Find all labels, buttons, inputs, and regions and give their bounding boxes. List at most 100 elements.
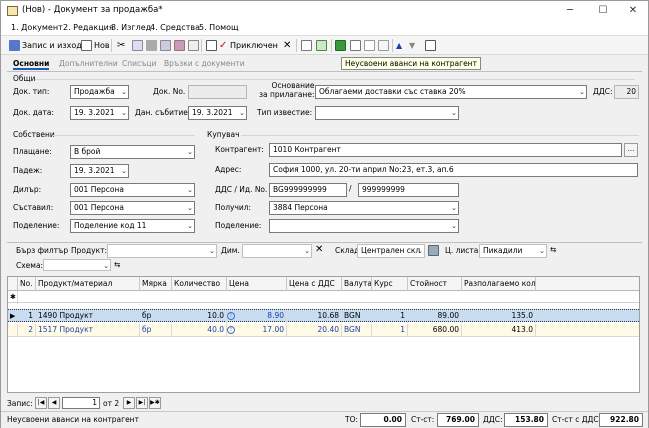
cell-product[interactable]: 1490 Продукт — [36, 310, 140, 323]
new-button[interactable]: Нов — [94, 38, 110, 53]
cart-icon[interactable] — [378, 40, 389, 51]
tab-lists[interactable]: Списъци — [122, 58, 156, 70]
advance-icon[interactable] — [335, 40, 346, 51]
find-icon[interactable] — [188, 40, 199, 51]
new-row[interactable]: ✱ — [8, 291, 639, 304]
currency-exchange-icon[interactable]: ⇆ — [550, 245, 556, 254]
next-record-button[interactable]: ▶ — [123, 397, 135, 409]
menu-document[interactable]: 1. Документ — [11, 23, 63, 32]
doc-type-select[interactable]: Продажба ⌄ — [70, 85, 129, 99]
page-copy-icon[interactable] — [364, 40, 375, 51]
cell-qty[interactable]: 10.0 — [172, 310, 227, 323]
column-header-available[interactable]: Разполагаемо кол. — [462, 277, 536, 291]
tab-document-links[interactable]: Връзки с документи — [164, 58, 245, 70]
cell-price-vat[interactable]: 10.68 — [287, 310, 342, 323]
post-button[interactable]: Приключен — [230, 38, 278, 53]
notice-type-select[interactable]: ⌄ — [315, 106, 459, 120]
refresh-icon[interactable] — [316, 40, 327, 51]
table-row[interactable]: 2 1517 Продукт бр 40.0 ! 17.00 20.40 BGN… — [8, 324, 639, 337]
cell-rate[interactable]: 1 — [372, 324, 408, 337]
cell-qty[interactable]: 40.0 — [172, 324, 227, 337]
menu-help[interactable]: 5. Помощ — [199, 23, 239, 32]
tab-main[interactable]: Основни — [13, 58, 50, 70]
address-field[interactable]: София 1000, ул. 20-ти април No:23, ет.3,… — [269, 163, 638, 177]
copy-icon[interactable] — [132, 40, 143, 51]
dealer-select[interactable]: 001 Персона ⌄ — [70, 183, 195, 197]
last-record-button[interactable]: ▶| — [136, 397, 148, 409]
partner-field[interactable]: 1010 Контрагент — [269, 143, 622, 157]
menu-edit[interactable]: 2. Редакция — [63, 23, 114, 32]
blank-page-icon[interactable] — [301, 40, 312, 51]
receiver-select[interactable]: 3884 Персона ⌄ — [269, 201, 459, 215]
paste-icon[interactable] — [174, 40, 185, 51]
store-select[interactable]: Централен скл ⌄ — [357, 244, 425, 258]
table-row[interactable]: ▶ 1 1490 Продукт бр 10.0 ! 8.90 10.68 BG… — [8, 309, 639, 323]
cell-value[interactable]: 89.00 — [408, 310, 462, 323]
arrow-up-icon[interactable]: ▲ — [396, 38, 402, 53]
payment-select[interactable]: В брой ⌄ — [70, 145, 195, 159]
column-header-price[interactable]: Цена — [227, 277, 287, 291]
column-header-price-vat[interactable]: Цена с ДДС — [287, 277, 342, 291]
event-date-field[interactable]: 19. 3.2021 ⌄ — [188, 106, 247, 120]
delete-icon[interactable]: ✕ — [283, 38, 291, 53]
price-list-select[interactable]: Пикадили ⌄ — [479, 244, 547, 258]
print-preview-icon[interactable] — [160, 40, 171, 51]
store-icon[interactable] — [428, 245, 439, 256]
menu-tools[interactable]: 4. Средства — [150, 23, 200, 32]
cell-no[interactable]: 2 — [18, 324, 36, 337]
help-icon[interactable] — [425, 40, 436, 51]
own-division-select[interactable]: Поделение код 11 ⌄ — [70, 219, 195, 233]
buyer-division-select[interactable]: ⌄ — [269, 219, 459, 233]
tab-additional[interactable]: Допълнителни — [59, 58, 118, 70]
cell-price[interactable]: 8.90 — [235, 310, 287, 323]
menu-view[interactable]: 3. Изглед — [111, 23, 151, 32]
save-exit-button[interactable]: Запис и изход — [22, 38, 82, 53]
cell-product[interactable]: 1517 Продукт — [36, 324, 140, 337]
cell-available[interactable]: 135.0 — [462, 310, 536, 323]
cell-rate[interactable]: 1 — [372, 310, 408, 323]
cut-icon[interactable]: ✂ — [117, 38, 125, 53]
first-record-button[interactable]: |◀ — [35, 397, 47, 409]
column-header-qty[interactable]: Количество — [172, 277, 227, 291]
column-header-rate[interactable]: Курс — [372, 277, 408, 291]
column-header-product[interactable]: Продукт/материал — [36, 277, 140, 291]
scheme-options-icon[interactable]: ⇆ — [114, 260, 120, 269]
cell-price[interactable]: 17.00 — [235, 324, 287, 337]
cell-price-vat[interactable]: 20.40 — [287, 324, 342, 337]
vat-number-field[interactable]: BG999999999 — [269, 183, 347, 197]
product-filter-select[interactable]: ⌄ — [107, 244, 217, 258]
author-select[interactable]: 001 Персона ⌄ — [70, 201, 195, 215]
id-number-field[interactable]: 999999999 — [358, 183, 459, 197]
current-record-field[interactable]: 1 — [62, 397, 100, 409]
cell-unit[interactable]: бр — [140, 324, 172, 337]
partner-lookup-button[interactable]: … — [624, 143, 638, 157]
doc-no-field[interactable] — [188, 85, 247, 99]
new-record-button[interactable]: ▶✱ — [149, 397, 161, 409]
cell-unit[interactable]: бр — [140, 310, 172, 323]
due-date-field[interactable]: 19. 3.2021 ⌄ — [70, 164, 129, 178]
cell-value[interactable]: 680.00 — [408, 324, 462, 337]
price-info-icon[interactable]: ! — [227, 324, 235, 337]
arrow-down-icon[interactable]: ▼ — [409, 38, 415, 53]
column-header-unit[interactable]: Мярка — [140, 277, 172, 291]
document-icon[interactable] — [206, 40, 217, 51]
cell-no[interactable]: 1 — [18, 310, 36, 323]
price-info-icon[interactable]: ! — [227, 310, 235, 323]
scheme-select[interactable]: ⌄ — [43, 259, 111, 271]
maximize-button[interactable]: ☐ — [589, 3, 617, 19]
column-header-no[interactable]: No. — [18, 277, 36, 291]
close-button[interactable]: ✕ — [619, 3, 647, 19]
clear-filter-icon[interactable]: ✕ — [315, 244, 323, 255]
column-header-currency[interactable]: Валута — [342, 277, 372, 291]
basis-select[interactable]: Облагаеми доставки със ставка 20% ⌄ — [315, 85, 587, 99]
minimize-button[interactable]: ─ — [556, 3, 584, 19]
doc-date-field[interactable]: 19. 3.2021 ⌄ — [70, 106, 129, 120]
cell-available[interactable]: 413.0 — [462, 324, 536, 337]
cell-currency[interactable]: BGN — [342, 310, 372, 323]
dim-select[interactable]: ⌄ — [242, 244, 312, 258]
page-icon[interactable] — [350, 40, 361, 51]
previous-record-button[interactable]: ◀ — [48, 397, 60, 409]
cell-currency[interactable]: BGN — [342, 324, 372, 337]
column-header-value[interactable]: Стойност — [408, 277, 462, 291]
vat-rate-field[interactable]: 20 — [614, 85, 639, 99]
